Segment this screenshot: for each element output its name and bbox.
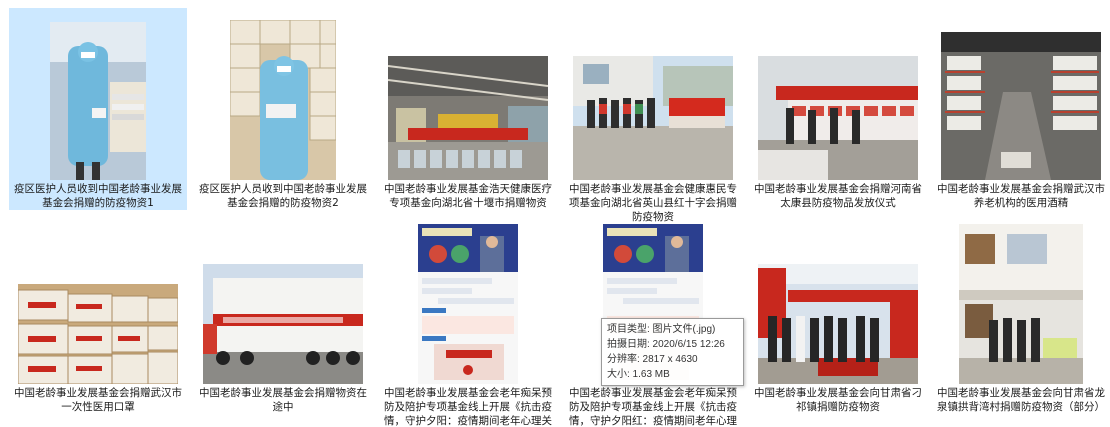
file-item-4[interactable]: 中国老龄事业发展基金会健康惠民专项基金向湖北省英山县红十字会捐赠防疫物资 — [564, 8, 742, 224]
tooltip-resolution: 分辨率: 2817 x 4630 — [607, 354, 698, 365]
file-item-7[interactable]: 中国老龄事业发展基金会捐赠武汉市一次性医用口罩 — [9, 212, 187, 414]
file-caption: 中国老龄事业发展基金会向甘肃省龙泉镇拱背湾村捐赠防疫物资（部分） — [937, 387, 1105, 413]
thumbnail-image — [758, 56, 918, 180]
thumbnail-image — [50, 22, 146, 180]
thumbnail-image — [18, 284, 178, 384]
tooltip-type: 项目类型: 图片文件(.jpg) — [607, 324, 716, 335]
file-caption: 中国老龄事业发展基金会捐赠武汉市养老机构的医用酒精 — [937, 183, 1105, 209]
file-caption: 中国老龄事业发展基金会捐赠物资在途中 — [199, 387, 367, 413]
file-caption: 中国老龄事业发展基金会老年痴呆预防及陪护专项基金线上开展《抗击疫情，守护夕阳红：… — [569, 387, 737, 427]
thumbnail-box — [194, 8, 372, 180]
file-caption: 中国老龄事业发展基金会老年痴呆预防及陪护专项基金线上开展《抗击疫情，守护夕阳：疫… — [384, 387, 552, 427]
file-item-3[interactable]: 中国老龄事业发展基金浩天健康医疗专项基金向湖北省十堰市捐赠物资 — [379, 8, 557, 210]
thumbnail-box — [9, 8, 187, 180]
thumbnail-image — [941, 32, 1101, 180]
thumbnail-image — [203, 264, 363, 384]
tooltip-date: 拍摄日期: 2020/6/15 12:26 — [607, 339, 725, 350]
file-item-12[interactable]: 中国老龄事业发展基金会向甘肃省龙泉镇拱背湾村捐赠防疫物资（部分） — [932, 212, 1110, 414]
thumbnail-image — [388, 56, 548, 180]
thumbnail-box — [9, 212, 187, 384]
file-item-5[interactable]: 中国老龄事业发展基金会捐赠河南省太康县防疫物品发放仪式 — [749, 8, 927, 210]
file-item-11[interactable]: 中国老龄事业发展基金会向甘肃省刁祁镇捐赠防疫物资 — [749, 212, 927, 414]
file-item-8[interactable]: 中国老龄事业发展基金会捐赠物资在途中 — [194, 212, 372, 414]
thumbnail-box — [379, 8, 557, 180]
thumbnail-box — [749, 8, 927, 180]
file-item-1[interactable]: 疫区医护人员收到中国老龄事业发展基金会捐赠的防疫物资1 — [9, 8, 187, 210]
thumbnail-box — [932, 212, 1110, 384]
thumbnail-image — [959, 224, 1083, 384]
thumbnail-image — [758, 264, 918, 384]
thumbnail-box — [564, 8, 742, 180]
file-caption: 中国老龄事业发展基金会捐赠武汉市一次性医用口罩 — [14, 387, 182, 413]
file-caption: 中国老龄事业发展基金会向甘肃省刁祁镇捐赠防疫物资 — [754, 387, 922, 413]
thumbnail-box — [194, 212, 372, 384]
file-caption: 疫区医护人员收到中国老龄事业发展基金会捐赠的防疫物资2 — [199, 183, 367, 209]
thumbnail-box — [932, 8, 1110, 180]
thumbnail-image — [230, 20, 336, 180]
file-item-9[interactable]: 中国老龄事业发展基金会老年痴呆预防及陪护专项基金线上开展《抗击疫情，守护夕阳：疫… — [379, 212, 557, 427]
file-explorer-thumbnail-view: 疫区医护人员收到中国老龄事业发展基金会捐赠的防疫物资1 疫区医护人员收到中国老龄… — [0, 0, 1110, 427]
file-caption: 疫区医护人员收到中国老龄事业发展基金会捐赠的防疫物资1 — [14, 183, 182, 209]
file-item-6[interactable]: 中国老龄事业发展基金会捐赠武汉市养老机构的医用酒精 — [932, 8, 1110, 210]
file-caption: 中国老龄事业发展基金会捐赠河南省太康县防疫物品发放仪式 — [754, 183, 922, 209]
thumbnail-image — [573, 56, 733, 180]
thumbnail-image — [418, 224, 518, 384]
file-info-tooltip: 项目类型: 图片文件(.jpg) 拍摄日期: 2020/6/15 12:26 分… — [601, 318, 744, 386]
thumbnail-box — [749, 212, 927, 384]
file-caption: 中国老龄事业发展基金浩天健康医疗专项基金向湖北省十堰市捐赠物资 — [384, 183, 552, 209]
thumbnail-box — [379, 212, 557, 384]
file-item-2[interactable]: 疫区医护人员收到中国老龄事业发展基金会捐赠的防疫物资2 — [194, 8, 372, 210]
tooltip-size: 大小: 1.63 MB — [607, 369, 670, 380]
